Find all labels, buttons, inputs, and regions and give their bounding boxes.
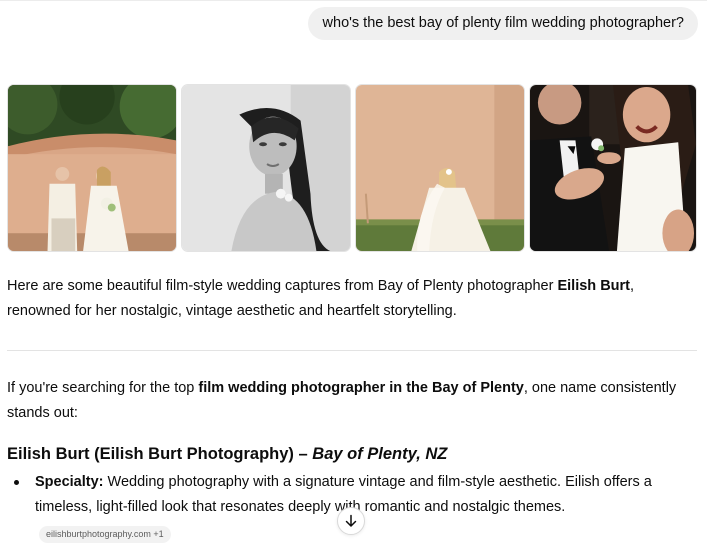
heading-location: Bay of Plenty, NZ — [312, 445, 448, 463]
photographer-name: Eilish Burt — [557, 278, 630, 294]
intro-paragraph: Here are some beautiful film-style weddi… — [7, 274, 697, 324]
heading-name: Eilish Burt (Eilish Burt Photography) – — [7, 445, 313, 463]
section-heading: Eilish Burt (Eilish Burt Photography) – … — [7, 442, 447, 466]
couple-laughing-photo — [530, 85, 696, 251]
answer-paragraph: If you're searching for the top film wed… — [7, 376, 697, 426]
scroll-to-bottom-button[interactable] — [337, 507, 365, 535]
bullet-label: Specialty: — [35, 474, 104, 490]
bride-bw-portrait-photo — [182, 85, 350, 251]
intro-text-1: Here are some beautiful film-style weddi… — [7, 278, 558, 294]
section-divider — [7, 350, 697, 351]
list-item: Specialty: Wedding photography with a si… — [35, 470, 695, 520]
answer-text-1: If you're searching for the top — [7, 380, 199, 396]
top-divider — [0, 0, 707, 1]
gallery-image-3[interactable] — [355, 84, 525, 252]
bride-on-lawn-photo — [356, 85, 524, 251]
gallery-image-4[interactable] — [529, 84, 697, 252]
arrow-down-icon — [345, 514, 357, 527]
user-message-bubble: who's the best bay of plenty film weddin… — [307, 7, 698, 40]
image-gallery — [7, 84, 697, 252]
couple-by-pink-wall-photo — [8, 85, 176, 251]
user-message-text: who's the best bay of plenty film weddin… — [322, 15, 684, 31]
source-citation-chip[interactable]: eilishburtphotography.com +1 — [39, 526, 171, 543]
answer-bold-phrase: film wedding photographer in the Bay of … — [198, 380, 524, 396]
gallery-image-1[interactable] — [7, 84, 177, 252]
bullet-marker — [14, 480, 19, 485]
gallery-image-2[interactable] — [181, 84, 351, 252]
